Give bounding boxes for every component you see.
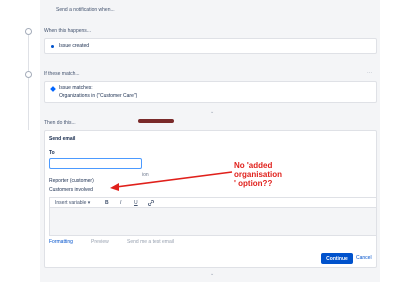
annotation-line-2: organisation (234, 170, 283, 179)
annotation-line-3: ' option?? (234, 179, 273, 188)
annotation-line-1: No 'added (234, 161, 273, 170)
annotation-arrow (110, 171, 233, 191)
